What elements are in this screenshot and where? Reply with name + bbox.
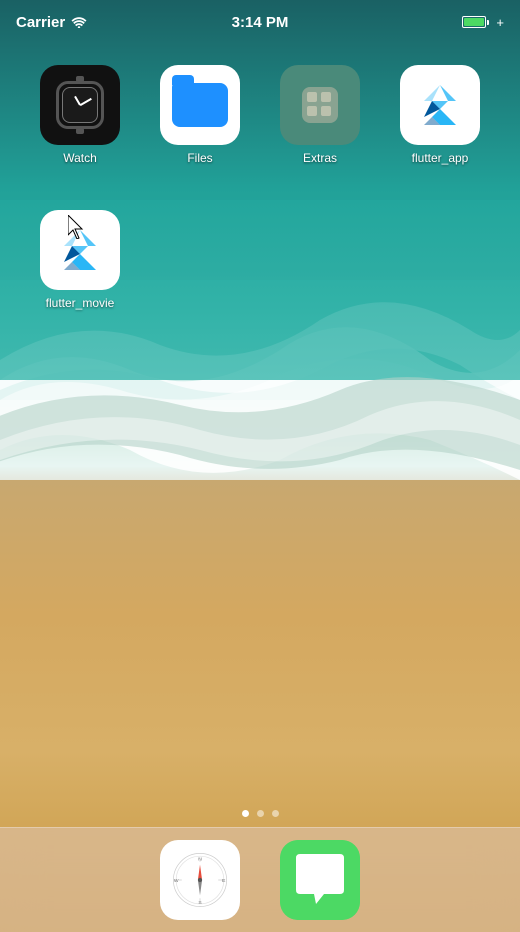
app-extras[interactable]: Extras	[260, 65, 380, 165]
app-flutter-app[interactable]: flutter_app	[380, 65, 500, 165]
battery-fill	[464, 18, 484, 26]
page-dot-3[interactable]	[272, 810, 279, 817]
status-battery: +	[462, 15, 504, 30]
watch-minute-hand	[80, 98, 92, 106]
safari-compass-icon: N S E W	[172, 852, 228, 908]
battery-indicator	[462, 16, 489, 28]
extras-icon-bg	[280, 65, 360, 145]
flutter-movie-logo	[52, 222, 108, 278]
battery-body	[462, 16, 486, 28]
dock: N S E W	[0, 827, 520, 932]
app-grid-row2: flutter_movie	[0, 210, 520, 310]
page-dots	[0, 810, 520, 817]
status-time: 3:14 PM	[232, 14, 289, 31]
page-dot-2[interactable]	[257, 810, 264, 817]
watch-icon-bg	[40, 65, 120, 145]
flutter-app-label: flutter_app	[412, 151, 469, 165]
messages-bubble-icon	[280, 840, 360, 920]
status-carrier-wifi: Carrier	[16, 14, 87, 31]
extras-inner	[302, 87, 338, 123]
dock-safari[interactable]: N S E W	[160, 840, 240, 920]
dock-messages[interactable]	[280, 840, 360, 920]
flutter-movie-icon-bg	[40, 210, 120, 290]
files-label: Files	[187, 151, 212, 165]
wifi-icon	[71, 16, 87, 28]
watch-label: Watch	[63, 151, 97, 165]
svg-text:W: W	[174, 878, 179, 884]
battery-plus: +	[496, 15, 504, 30]
flutter-app-icon-bg	[400, 65, 480, 145]
app-flutter-movie[interactable]: flutter_movie	[20, 210, 140, 310]
messages-icon-bg	[280, 840, 360, 920]
carrier-label: Carrier	[16, 14, 65, 31]
extras-label: Extras	[303, 151, 337, 165]
extras-grid-icon	[305, 90, 335, 120]
files-icon-bg	[160, 65, 240, 145]
app-watch[interactable]: Watch	[20, 65, 140, 165]
status-bar: Carrier 3:14 PM +	[0, 0, 520, 44]
files-folder	[172, 83, 228, 127]
flutter-app-logo	[412, 77, 468, 133]
watch-face	[62, 87, 98, 123]
safari-icon-bg: N S E W	[160, 840, 240, 920]
watch-circle	[56, 81, 104, 129]
flutter-movie-label: flutter_movie	[46, 296, 115, 310]
app-files[interactable]: Files	[140, 65, 260, 165]
battery-tip	[487, 20, 489, 25]
app-grid-row1: Watch Files Extras	[0, 55, 520, 175]
page-dot-1[interactable]	[242, 810, 249, 817]
